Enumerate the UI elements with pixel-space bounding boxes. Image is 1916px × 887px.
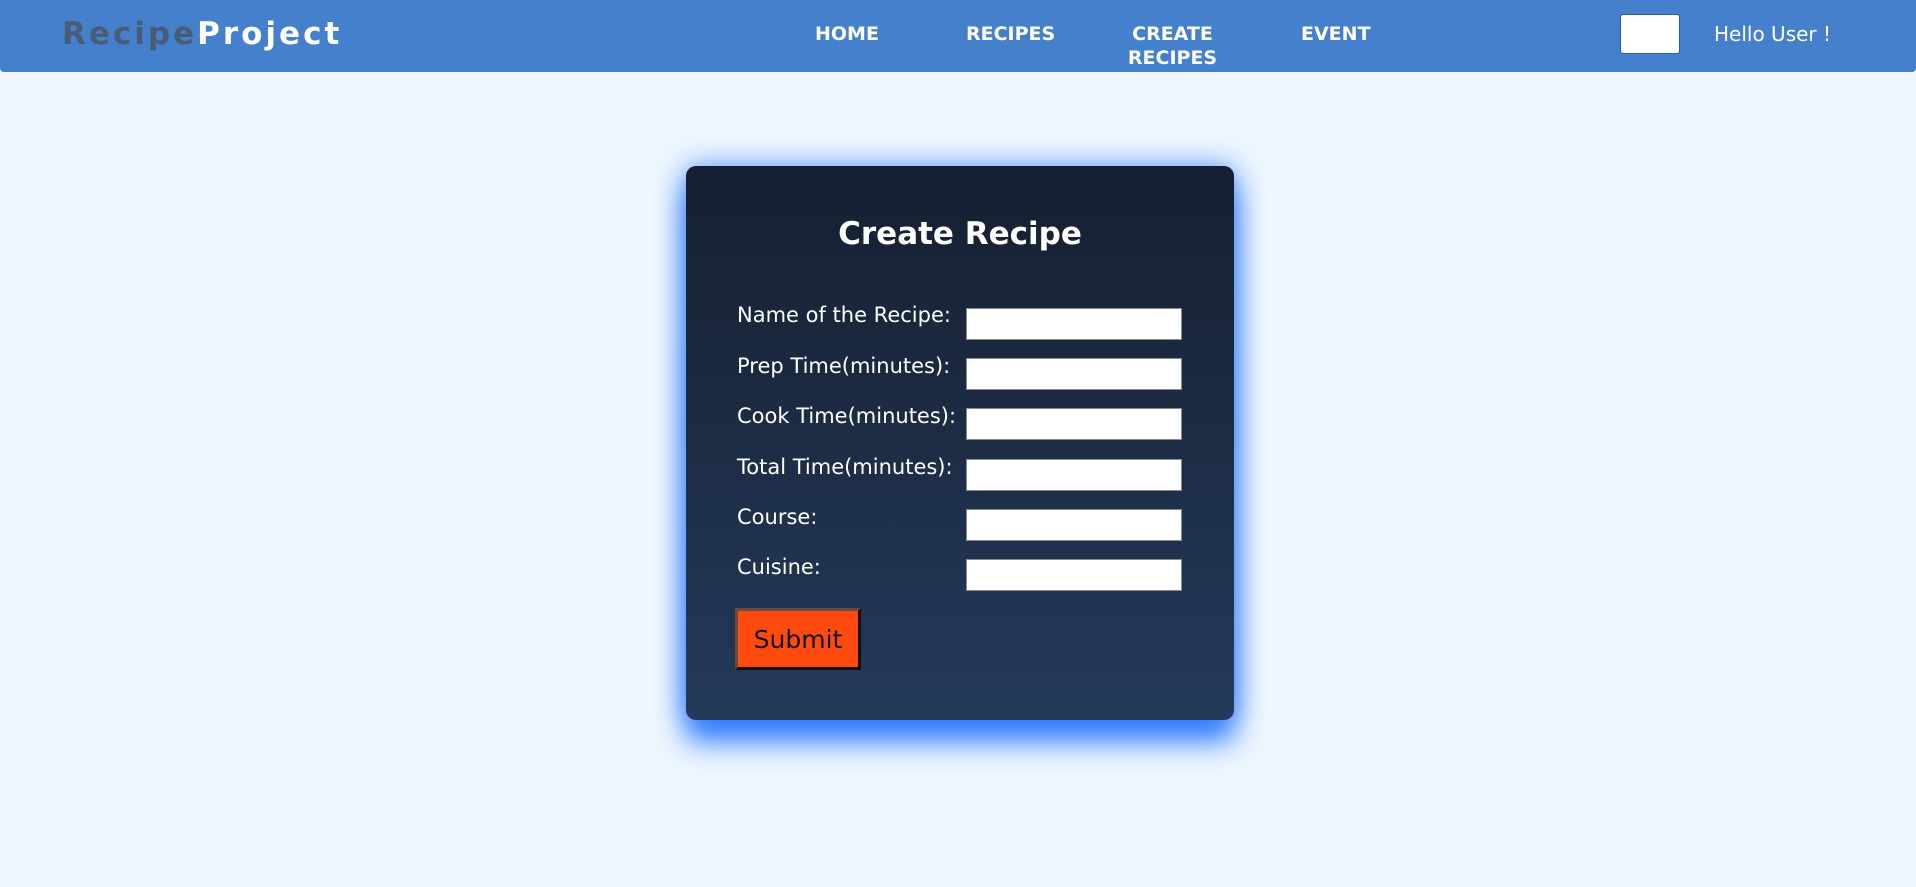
nav-link-recipes[interactable]: RECIPES <box>966 22 1055 46</box>
recipe-name-label: Name of the Recipe: <box>737 303 951 327</box>
total-time-input[interactable] <box>966 459 1182 491</box>
course-label: Course: <box>737 505 818 529</box>
cook-time-input[interactable] <box>966 408 1182 440</box>
total-time-label: Total Time(minutes): <box>737 455 953 479</box>
brand-logo[interactable]: RecipeProject <box>62 14 342 54</box>
brand-logo-part2: Project <box>197 16 343 52</box>
nav-link-event[interactable]: EVENT <box>1301 22 1371 46</box>
prep-time-label: Prep Time(minutes): <box>737 354 951 378</box>
cuisine-input[interactable] <box>966 559 1182 591</box>
brand-logo-part1: Recipe <box>62 16 198 52</box>
cook-time-label: Cook Time(minutes): <box>737 404 957 428</box>
prep-time-input[interactable] <box>966 358 1182 390</box>
user-greeting: Hello User ! <box>1714 22 1832 46</box>
form-title: Create Recipe <box>838 216 1082 252</box>
nav-link-create-recipes[interactable]: CREATE RECIPES <box>1120 22 1225 70</box>
course-input[interactable] <box>966 509 1182 541</box>
nav-link-create-line2: RECIPES <box>1127 47 1218 69</box>
cuisine-label: Cuisine: <box>737 555 821 579</box>
search-input[interactable] <box>1620 14 1680 54</box>
submit-button[interactable]: Submit <box>735 608 861 670</box>
nav-link-create-line1: CREATE <box>1132 23 1213 45</box>
nav-link-home[interactable]: HOME <box>815 22 879 46</box>
create-recipe-card: Create Recipe Name of the Recipe: Prep T… <box>686 166 1234 720</box>
top-navbar: RecipeProject HOME RECIPES CREATE RECIPE… <box>0 0 1916 72</box>
recipe-name-input[interactable] <box>966 308 1182 340</box>
